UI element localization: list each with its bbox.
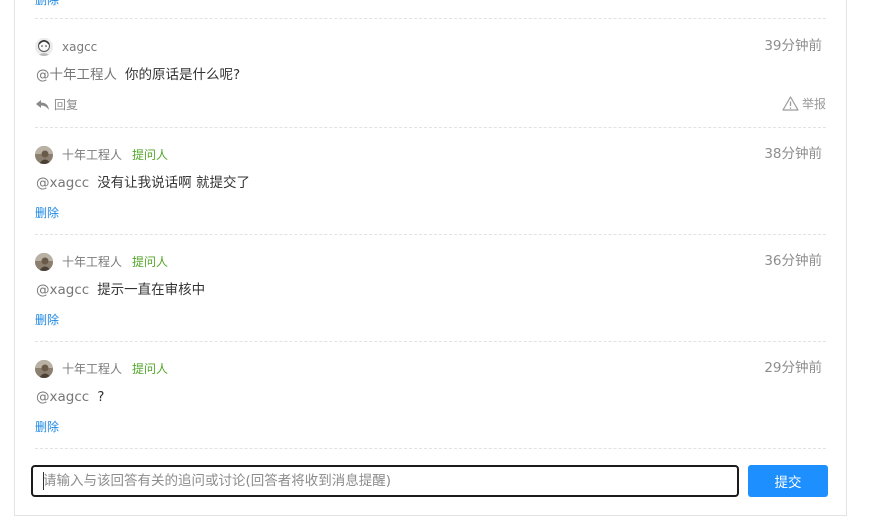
delete-button[interactable]: 删除 [35,313,59,327]
comment-time: 39分钟前 [764,38,822,54]
comment-text: ? [97,389,105,405]
divider [35,127,826,128]
comment-mention[interactable]: @xagcc [36,175,89,191]
divider [35,448,826,449]
comment-text: 没有让我说话啊 就提交了 [97,175,250,191]
avatar[interactable] [35,38,53,56]
divider [35,341,826,342]
comment-body: @xagcc 提示一直在审核中 [36,282,205,299]
asker-badge: 提问人 [132,362,169,376]
comment-username[interactable]: 十年工程人 [62,255,122,269]
avatar-photo-icon [35,360,53,378]
submit-button[interactable]: 提交 [748,465,828,497]
comment-body: @十年工程人 你的原话是什么呢? [36,67,240,84]
reply-button[interactable]: 回复 [35,98,78,112]
comment-item: 十年工程人 提问人 36分钟前 @xagcc 提示一直在审核中 删除 [35,253,826,353]
comment-mention[interactable]: @xagcc [36,282,89,298]
comment-username[interactable]: 十年工程人 [62,362,122,376]
report-label: 举报 [801,96,826,111]
report-button[interactable]: 举报 [782,96,826,111]
delete-button[interactable]: 删除 [35,420,59,434]
asker-badge: 提问人 [132,255,169,269]
comment-input[interactable] [43,471,723,491]
warning-triangle-icon [782,96,799,111]
comment-item: 十年工程人 提问人 29分钟前 @xagcc? 删除 [35,360,826,460]
comment-text: 你的原话是什么呢? [125,67,241,83]
comment-time: 36分钟前 [764,253,822,269]
comment-mention[interactable]: @xagcc [36,389,89,405]
delete-link-previous[interactable]: 删除 [35,0,59,7]
avatar-sketch-icon [35,38,53,56]
avatar[interactable] [35,360,53,378]
text-caret [43,472,44,490]
comment-item: xagcc 39分钟前 @十年工程人 你的原话是什么呢? 回复 举报 [35,38,826,138]
reply-label: 回复 [54,98,79,112]
comment-mention[interactable]: @十年工程人 [36,67,117,83]
divider [35,234,826,235]
avatar-photo-icon [35,146,53,164]
avatar[interactable] [35,253,53,271]
delete-button[interactable]: 删除 [35,206,59,220]
comment-body: @xagcc? [36,389,104,406]
comment-text: 提示一直在审核中 [97,282,206,298]
comment-username[interactable]: xagcc [62,40,97,54]
avatar[interactable] [35,146,53,164]
reply-arrow-icon [36,100,49,110]
comment-username[interactable]: 十年工程人 [62,148,122,162]
asker-badge: 提问人 [132,148,169,162]
comment-body: @xagcc 没有让我说话啊 就提交了 [36,175,250,192]
comment-time: 38分钟前 [764,146,822,162]
comment-item: 十年工程人 提问人 38分钟前 @xagcc 没有让我说话啊 就提交了 删除 [35,146,826,246]
comment-input-box[interactable] [31,465,739,497]
comment-time: 29分钟前 [764,360,822,376]
divider [35,18,826,19]
avatar-photo-icon [35,253,53,271]
